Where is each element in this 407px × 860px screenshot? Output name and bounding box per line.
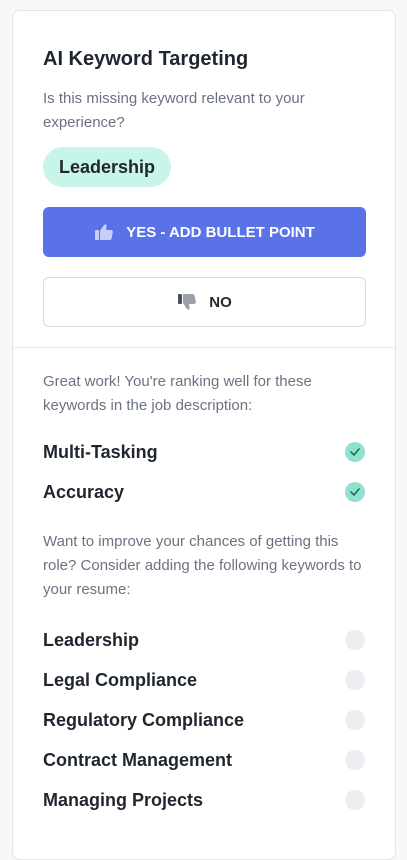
check-circle-icon <box>345 482 365 502</box>
list-item: Managing Projects <box>43 780 365 820</box>
missing-keyword-list: Leadership Legal Compliance Regulatory C… <box>43 620 365 820</box>
keyword-label: Regulatory Compliance <box>43 709 245 730</box>
matched-keyword-list: Multi-Tasking Accuracy <box>43 432 365 512</box>
keyword-label: Multi-Tasking <box>43 441 158 462</box>
keyword-targeting-card: AI Keyword Targeting Is this missing key… <box>12 10 396 860</box>
list-item: Multi-Tasking <box>43 432 365 472</box>
relevance-question: Is this missing keyword relevant to your… <box>43 90 305 131</box>
list-item: Leadership <box>43 620 365 660</box>
yes-add-bullet-button[interactable]: YES - ADD BULLET POINT <box>43 207 366 257</box>
yes-button-label: YES - ADD BULLET POINT <box>126 223 315 241</box>
list-item: Legal Compliance <box>43 660 365 700</box>
no-button[interactable]: NO <box>43 277 366 327</box>
suggestion-message: Want to improve your chances of getting … <box>43 533 362 598</box>
empty-circle-icon <box>345 710 365 730</box>
keyword-label: Legal Compliance <box>43 669 198 690</box>
thumbs-up-icon <box>94 223 114 241</box>
empty-circle-icon <box>345 790 365 810</box>
empty-circle-icon <box>345 670 365 690</box>
keyword-label: Contract Management <box>43 749 233 770</box>
ranking-message: Great work! You're ranking well for thes… <box>43 373 312 414</box>
check-circle-icon <box>345 442 365 462</box>
thumbs-down-icon <box>177 293 197 311</box>
list-item: Accuracy <box>43 472 365 512</box>
empty-circle-icon <box>345 630 365 650</box>
keyword-label: Leadership <box>43 629 140 650</box>
keyword-label: Accuracy <box>43 481 125 502</box>
current-keyword-chip: Leadership <box>43 147 172 187</box>
list-item: Contract Management <box>43 740 365 780</box>
keyword-label: Managing Projects <box>43 789 204 810</box>
panel-title: AI Keyword Targeting <box>43 48 249 70</box>
keyword-status-section: Great work! You're ranking well for thes… <box>13 348 395 820</box>
empty-circle-icon <box>345 750 365 770</box>
list-item: Regulatory Compliance <box>43 700 365 740</box>
targeting-section: AI Keyword Targeting Is this missing key… <box>13 11 395 347</box>
no-button-label: NO <box>209 293 232 311</box>
